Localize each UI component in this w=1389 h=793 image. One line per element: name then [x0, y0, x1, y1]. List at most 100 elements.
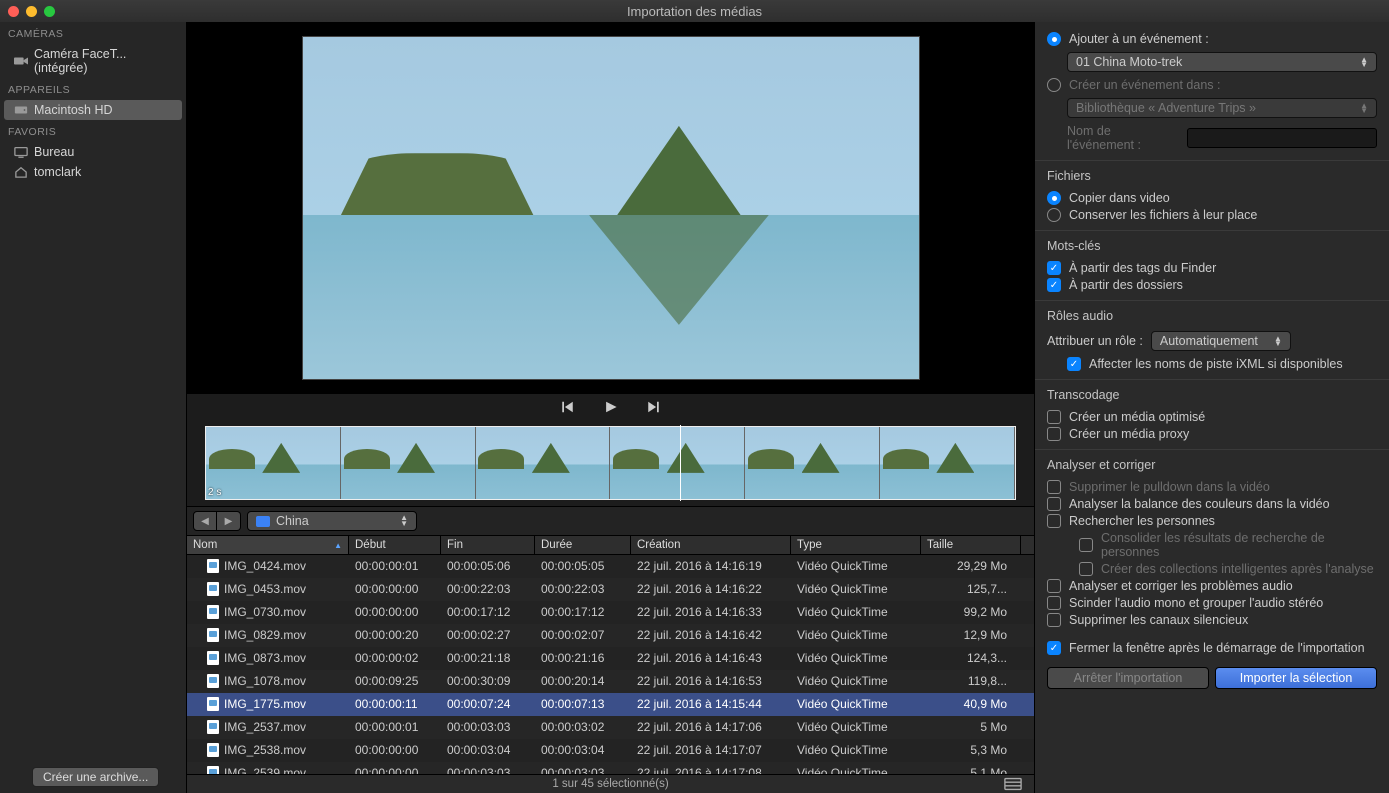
next-clip-button[interactable] [646, 400, 661, 414]
close-window-button[interactable] [8, 6, 19, 17]
cell-creation: 22 juil. 2016 à 14:16:22 [631, 580, 791, 598]
import-selection-button[interactable]: Importer la sélection [1215, 667, 1377, 689]
event-select[interactable]: 01 China Moto-trek▲▼ [1067, 52, 1377, 72]
analyze-section-title: Analyser et corriger [1047, 458, 1377, 472]
table-row[interactable]: IMG_1775.mov00:00:00:1100:00:07:2400:00:… [187, 693, 1034, 716]
optimized-media-checkbox[interactable] [1047, 410, 1061, 424]
assign-role-select[interactable]: Automatiquement▲▼ [1151, 331, 1291, 351]
proxy-media-checkbox[interactable] [1047, 427, 1061, 441]
cell-duration: 00:00:03:04 [535, 741, 631, 759]
movie-file-icon [207, 697, 219, 711]
cell-duration: 00:00:22:03 [535, 580, 631, 598]
pulldown-checkbox[interactable] [1047, 480, 1061, 494]
column-header-type[interactable]: Type [791, 536, 921, 554]
column-header-start[interactable]: Début [349, 536, 441, 554]
table-row[interactable]: IMG_0829.mov00:00:00:2000:00:02:2700:00:… [187, 624, 1034, 647]
sidebar-section-header: FAVORIS [0, 120, 186, 142]
play-button[interactable] [603, 400, 618, 414]
table-row[interactable]: IMG_2537.mov00:00:00:0100:00:03:0300:00:… [187, 716, 1034, 739]
table-row[interactable]: IMG_2539.mov00:00:00:0000:00:03:0300:00:… [187, 762, 1034, 774]
cell-start: 00:00:00:00 [349, 741, 441, 759]
preview-viewer [187, 22, 1034, 394]
cell-type: Vidéo QuickTime [791, 603, 921, 621]
file-list[interactable]: IMG_0424.mov00:00:00:0100:00:05:0600:00:… [187, 555, 1034, 774]
zoom-window-button[interactable] [44, 6, 55, 17]
close-after-checkbox[interactable] [1047, 641, 1061, 655]
folders-checkbox[interactable] [1047, 278, 1061, 292]
remove-silence-checkbox[interactable] [1047, 613, 1061, 627]
file-name: IMG_1078.mov [224, 674, 306, 688]
table-row[interactable]: IMG_0730.mov00:00:00:0000:00:17:1200:00:… [187, 601, 1034, 624]
column-header-duration[interactable]: Durée [535, 536, 631, 554]
copy-files-radio[interactable] [1047, 191, 1061, 205]
cell-start: 00:00:00:11 [349, 695, 441, 713]
filmstrip-playhead[interactable] [680, 425, 681, 501]
cell-size: 12,9 Mo [921, 626, 1021, 644]
cell-start: 00:00:00:01 [349, 718, 441, 736]
cell-size: 125,7... [921, 580, 1021, 598]
cell-size: 5 Mo [921, 718, 1021, 736]
cell-type: Vidéo QuickTime [791, 741, 921, 759]
cell-duration: 00:00:03:03 [535, 764, 631, 774]
create-event-label: Créer un événement dans : [1069, 78, 1220, 92]
movie-file-icon [207, 743, 219, 757]
cell-duration: 00:00:02:07 [535, 626, 631, 644]
nav-forward-button[interactable]: ▶ [217, 511, 241, 531]
cell-creation: 22 juil. 2016 à 14:16:19 [631, 557, 791, 575]
column-header-size[interactable]: Taille [921, 536, 1021, 554]
cell-end: 00:00:05:06 [441, 557, 535, 575]
find-people-checkbox[interactable] [1047, 514, 1061, 528]
table-row[interactable]: IMG_0453.mov00:00:00:0000:00:22:0300:00:… [187, 578, 1034, 601]
sidebar-item[interactable]: Caméra FaceT... (intégrée) [0, 44, 186, 78]
table-row[interactable]: IMG_2538.mov00:00:00:0000:00:03:0400:00:… [187, 739, 1034, 762]
cell-start: 00:00:00:01 [349, 557, 441, 575]
sidebar-item[interactable]: Bureau [0, 142, 186, 162]
smart-collections-checkbox [1079, 562, 1093, 576]
cell-end: 00:00:02:27 [441, 626, 535, 644]
folder-dropdown[interactable]: China ▲▼ [247, 511, 417, 531]
nav-back-button[interactable]: ◀ [193, 511, 217, 531]
cell-creation: 22 juil. 2016 à 14:16:53 [631, 672, 791, 690]
transcode-section-title: Transcodage [1047, 388, 1377, 402]
sidebar-section-header: CAMÉRAS [0, 22, 186, 44]
sidebar-item-label: tomclark [34, 165, 81, 179]
minimize-window-button[interactable] [26, 6, 37, 17]
column-header-end[interactable]: Fin [441, 536, 535, 554]
list-view-icon[interactable] [1004, 777, 1022, 791]
table-row[interactable]: IMG_0873.mov00:00:00:0200:00:21:1800:00:… [187, 647, 1034, 670]
cell-size: 5,1 Mo [921, 764, 1021, 774]
column-header-creation[interactable]: Création [631, 536, 791, 554]
leave-files-radio[interactable] [1047, 208, 1061, 222]
desktop-icon [14, 146, 28, 158]
sidebar-item[interactable]: Macintosh HD [4, 100, 182, 120]
cell-start: 00:00:00:00 [349, 580, 441, 598]
titlebar: Importation des médias [0, 0, 1389, 22]
finder-tags-checkbox[interactable] [1047, 261, 1061, 275]
table-row[interactable]: IMG_1078.mov00:00:09:2500:00:30:0900:00:… [187, 670, 1034, 693]
filmstrip[interactable]: 2 s [187, 420, 1034, 506]
audio-problems-checkbox[interactable] [1047, 579, 1061, 593]
cell-start: 00:00:00:00 [349, 764, 441, 774]
create-archive-button[interactable]: Créer une archive... [32, 767, 159, 787]
add-to-event-radio[interactable] [1047, 32, 1061, 46]
split-audio-checkbox[interactable] [1047, 596, 1061, 610]
cell-duration: 00:00:21:16 [535, 649, 631, 667]
movie-file-icon [207, 582, 219, 596]
cell-duration: 00:00:20:14 [535, 672, 631, 690]
column-header-name[interactable]: Nom▲ [187, 536, 349, 554]
file-name: IMG_0453.mov [224, 582, 306, 596]
movie-file-icon [207, 605, 219, 619]
sidebar-section-header: APPAREILS [0, 78, 186, 100]
table-row[interactable]: IMG_0424.mov00:00:00:0100:00:05:0600:00:… [187, 555, 1034, 578]
keywords-section-title: Mots-clés [1047, 239, 1377, 253]
add-to-event-label: Ajouter à un événement : [1069, 32, 1209, 46]
table-header: Nom▲ Début Fin Durée Création Type Taill… [187, 535, 1034, 555]
color-balance-checkbox[interactable] [1047, 497, 1061, 511]
stop-import-button[interactable]: Arrêter l'importation [1047, 667, 1209, 689]
previous-clip-button[interactable] [560, 400, 575, 414]
sidebar-item[interactable]: tomclark [0, 162, 186, 182]
movie-file-icon [207, 628, 219, 642]
cell-type: Vidéo QuickTime [791, 695, 921, 713]
ixml-checkbox[interactable] [1067, 357, 1081, 371]
create-event-radio[interactable] [1047, 78, 1061, 92]
